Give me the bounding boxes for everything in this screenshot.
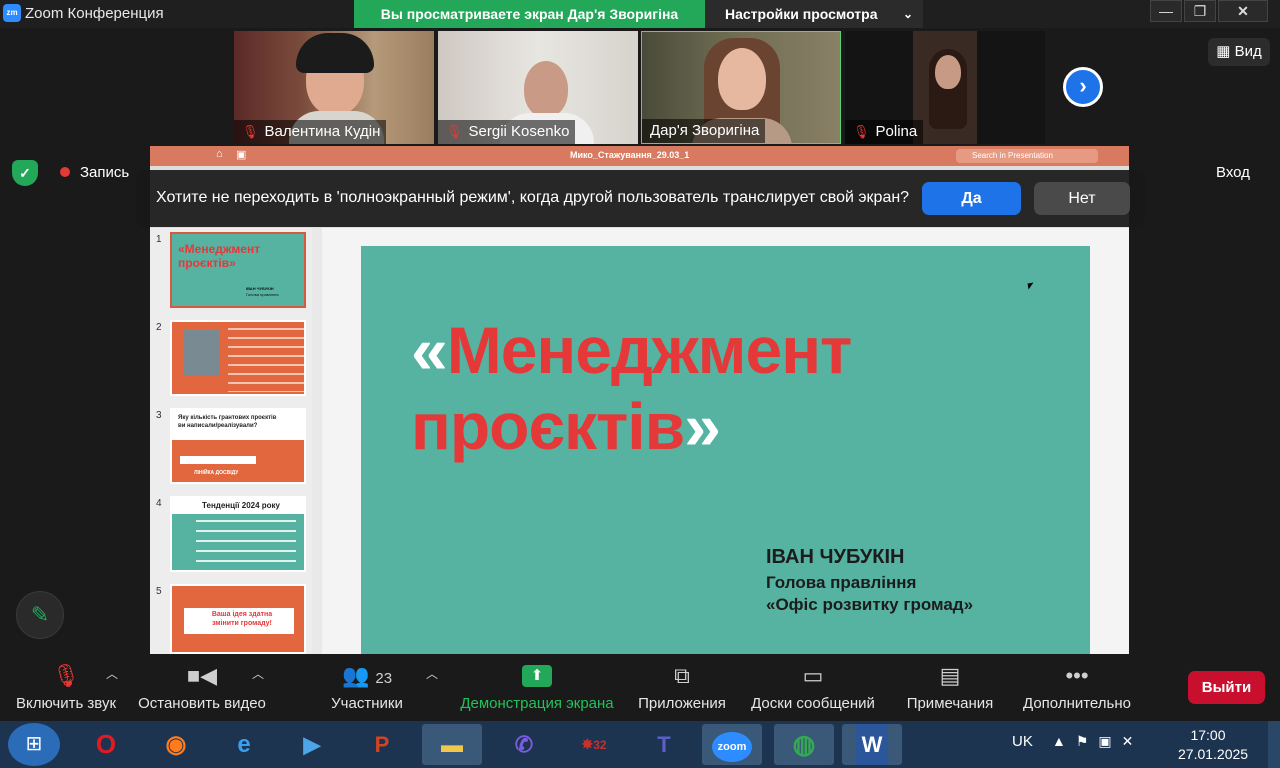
clock-time: 17:00: [1190, 727, 1226, 743]
firefox-icon[interactable]: ◉: [146, 724, 206, 765]
slide-author-name: ІВАН ЧУБУКІН: [766, 546, 905, 568]
video-tile[interactable]: 🎙 Polina: [845, 31, 1045, 144]
view-button[interactable]: ▦ Вид: [1208, 38, 1270, 66]
language-indicator[interactable]: UK: [1012, 733, 1033, 750]
window-title: Zoom Конференция: [25, 5, 164, 22]
participant-name: 🎙 Polina: [845, 120, 924, 144]
opera-icon[interactable]: O: [76, 724, 136, 765]
prompt-text: Хотите не переходить в 'полноэкранный ре…: [156, 189, 910, 206]
slide-author-role: Голова правління: [766, 573, 917, 592]
participant-name: 🎙 Валентина Кудін: [234, 120, 387, 144]
video-tile[interactable]: 🎙 Sergii Kosenko: [438, 31, 638, 144]
apps-button[interactable]: ⧉ Приложения: [634, 655, 730, 721]
internet-explorer-icon[interactable]: e: [214, 724, 274, 765]
security-shield-icon[interactable]: ✓: [12, 160, 38, 186]
viber-icon[interactable]: ✆: [494, 724, 554, 765]
share-screen-button[interactable]: ⬆ Демонстрация экрана: [456, 655, 618, 721]
more-dots-icon: •••: [1065, 663, 1089, 688]
whiteboards-button[interactable]: ▭ Доски сообщений: [746, 655, 880, 721]
chevron-up-icon[interactable]: ︿: [426, 665, 438, 682]
notes-button[interactable]: ▤ Примечания: [902, 655, 998, 721]
slide-thumbnail-3[interactable]: Яку кількість грантових проєктів ви напи…: [170, 408, 306, 484]
muted-mic-icon: 🎙: [446, 124, 463, 139]
word-icon[interactable]: W: [842, 724, 902, 765]
file-explorer-icon[interactable]: ▬: [422, 724, 482, 765]
minimize-icon[interactable]: —: [1150, 0, 1182, 22]
meeting-toolbar: 🎙 Включить звук ︿ ■◀ Остановить видео ︿ …: [0, 655, 1280, 721]
slide-thumbnail-5[interactable]: Ваша ідея здатна змінити громаду!: [170, 584, 306, 654]
powerpoint-icon[interactable]: P: [352, 724, 412, 765]
chevron-down-icon: ⌄: [902, 7, 913, 21]
game-icon[interactable]: ✸32: [564, 724, 624, 765]
clock-date: 27.01.2025: [1178, 746, 1249, 762]
fullscreen-prompt: Хотите не переходить в 'полноэкранный ре…: [136, 170, 1145, 227]
slide-title: «Менеджмент проєктів»: [411, 313, 852, 463]
record-dot-icon: [60, 167, 70, 177]
muted-mic-icon: 🎙: [242, 124, 259, 139]
participants-button[interactable]: 👥 23 Участники ︿: [326, 655, 438, 721]
whiteboard-icon: ▭: [802, 663, 824, 688]
leave-button[interactable]: Выйти: [1188, 671, 1265, 704]
more-button[interactable]: ••• Дополнительно: [1018, 655, 1136, 721]
chevron-up-icon[interactable]: ︿: [106, 665, 118, 682]
view-settings-label: Настройки просмотра: [725, 6, 878, 22]
media-player-icon[interactable]: ▶: [282, 724, 342, 765]
save-icon: ▣: [236, 149, 247, 161]
home-icon: ⌂: [216, 148, 223, 160]
grid-icon: ▦: [1216, 43, 1235, 60]
powerpoint-title-bar: ⌂ ▣ Мико_Стажування_29.03_1 Search in Pr…: [150, 146, 1129, 166]
slide-author-org: «Офіс розвитку громад»: [766, 595, 974, 614]
video-tile-active-speaker[interactable]: Дар'я Зворигіна: [641, 31, 841, 144]
participant-name: 🎙 Sergii Kosenko: [438, 120, 576, 144]
apps-icon: ⧉: [674, 663, 690, 688]
zoom-logo-icon: zm: [3, 4, 21, 22]
signin-button[interactable]: Вход: [1216, 160, 1250, 186]
window-title-bar: zm Zoom Конференция Вы просматриваете эк…: [0, 0, 1280, 28]
notes-icon: ▤: [939, 663, 961, 688]
close-icon[interactable]: ✕: [1218, 0, 1268, 22]
zoom-taskbar-icon[interactable]: zoom: [702, 724, 762, 765]
windows-taskbar: ⊞ O ◉ e ▶ P ▬ ✆ ✸32 T zoom ◍ W UK ▲⚑▣✕ 1…: [0, 721, 1280, 768]
stop-video-button[interactable]: ■◀ Остановить видео ︿: [136, 655, 268, 721]
video-tile[interactable]: 🎙 Валентина Кудін: [234, 31, 434, 144]
participants-icon: 👥 23: [341, 663, 393, 688]
no-button[interactable]: Нет: [1034, 182, 1130, 215]
current-slide: «Менеджмент проєктів» ІВАН ЧУБУКІН Голов…: [361, 246, 1090, 654]
muted-mic-icon: 🎙: [853, 124, 870, 139]
slide-thumbnail-4[interactable]: Тенденції 2024 року: [170, 496, 306, 572]
unmute-button[interactable]: 🎙 Включить звук ︿: [10, 655, 122, 721]
slide-thumbnail-1[interactable]: «Менеджмент проєктів» ІВАН ЧУБУКІН Голов…: [170, 232, 306, 308]
teams-icon[interactable]: T: [634, 724, 694, 765]
start-button-icon[interactable]: ⊞: [8, 723, 60, 766]
annotate-pencil-icon[interactable]: ✎: [16, 591, 64, 639]
system-tray-icons[interactable]: ▲⚑▣✕: [1052, 733, 1143, 750]
chrome-icon[interactable]: ◍: [774, 724, 834, 765]
share-banner: Вы просматриваете экран Дар'я Зворигіна: [354, 0, 705, 28]
video-camera-icon: ■◀: [186, 663, 218, 688]
slide-thumbnail-2[interactable]: [170, 320, 306, 396]
yes-button[interactable]: Да: [922, 182, 1021, 215]
slide-thumbnail-pane: 1 «Менеджмент проєктів» ІВАН ЧУБУКІН Гол…: [150, 228, 312, 654]
share-arrow-icon: ⬆: [522, 665, 552, 687]
restore-icon[interactable]: ❐: [1184, 0, 1216, 22]
show-desktop-button[interactable]: [1268, 721, 1280, 768]
clock[interactable]: 17:00 27.01.2025: [1178, 726, 1249, 764]
presentation-search: Search in Presentation: [956, 149, 1098, 163]
participant-name: Дар'я Зворигіна: [642, 119, 766, 143]
mouse-cursor-icon: [1027, 282, 1035, 290]
next-page-chevron-icon[interactable]: ›: [1063, 67, 1103, 107]
chevron-up-icon[interactable]: ︿: [252, 665, 264, 682]
file-name: Мико_Стажування_29.03_1: [570, 150, 690, 160]
recording-indicator[interactable]: Запись: [52, 160, 138, 186]
view-settings-button[interactable]: Настройки просмотра ⌄: [705, 0, 923, 28]
